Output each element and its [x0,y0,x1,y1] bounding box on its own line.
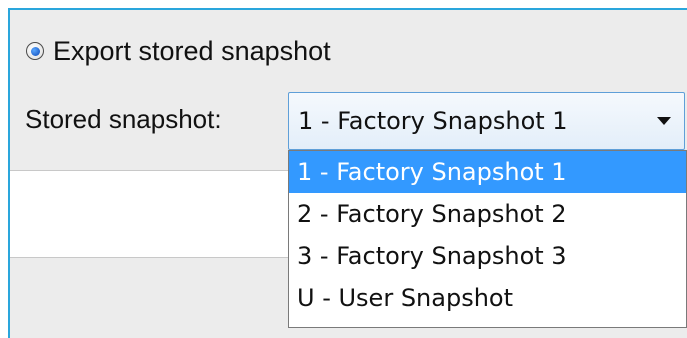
snapshot-option[interactable]: 2 - Factory Snapshot 2 [289,193,686,235]
chevron-down-icon[interactable] [650,107,678,135]
stored-snapshot-select[interactable]: 1 - Factory Snapshot 1 [288,92,685,150]
radio-dot [30,46,40,56]
radio-label[interactable]: Export stored snapshot [53,34,331,68]
snapshot-option[interactable]: 3 - Factory Snapshot 3 [289,235,686,277]
selected-snapshot-value: 1 - Factory Snapshot 1 [298,107,568,135]
stored-snapshot-label: Stored snapshot: [25,104,222,134]
radio-selected-icon[interactable] [26,42,44,60]
background-field [10,170,290,258]
snapshot-dropdown-list[interactable]: 1 - Factory Snapshot 1 2 - Factory Snaps… [288,150,687,328]
snapshot-option[interactable]: 1 - Factory Snapshot 1 [289,151,686,193]
export-stored-snapshot-option[interactable]: Export stored snapshot [26,34,331,68]
snapshot-option[interactable]: U - User Snapshot [289,277,686,319]
